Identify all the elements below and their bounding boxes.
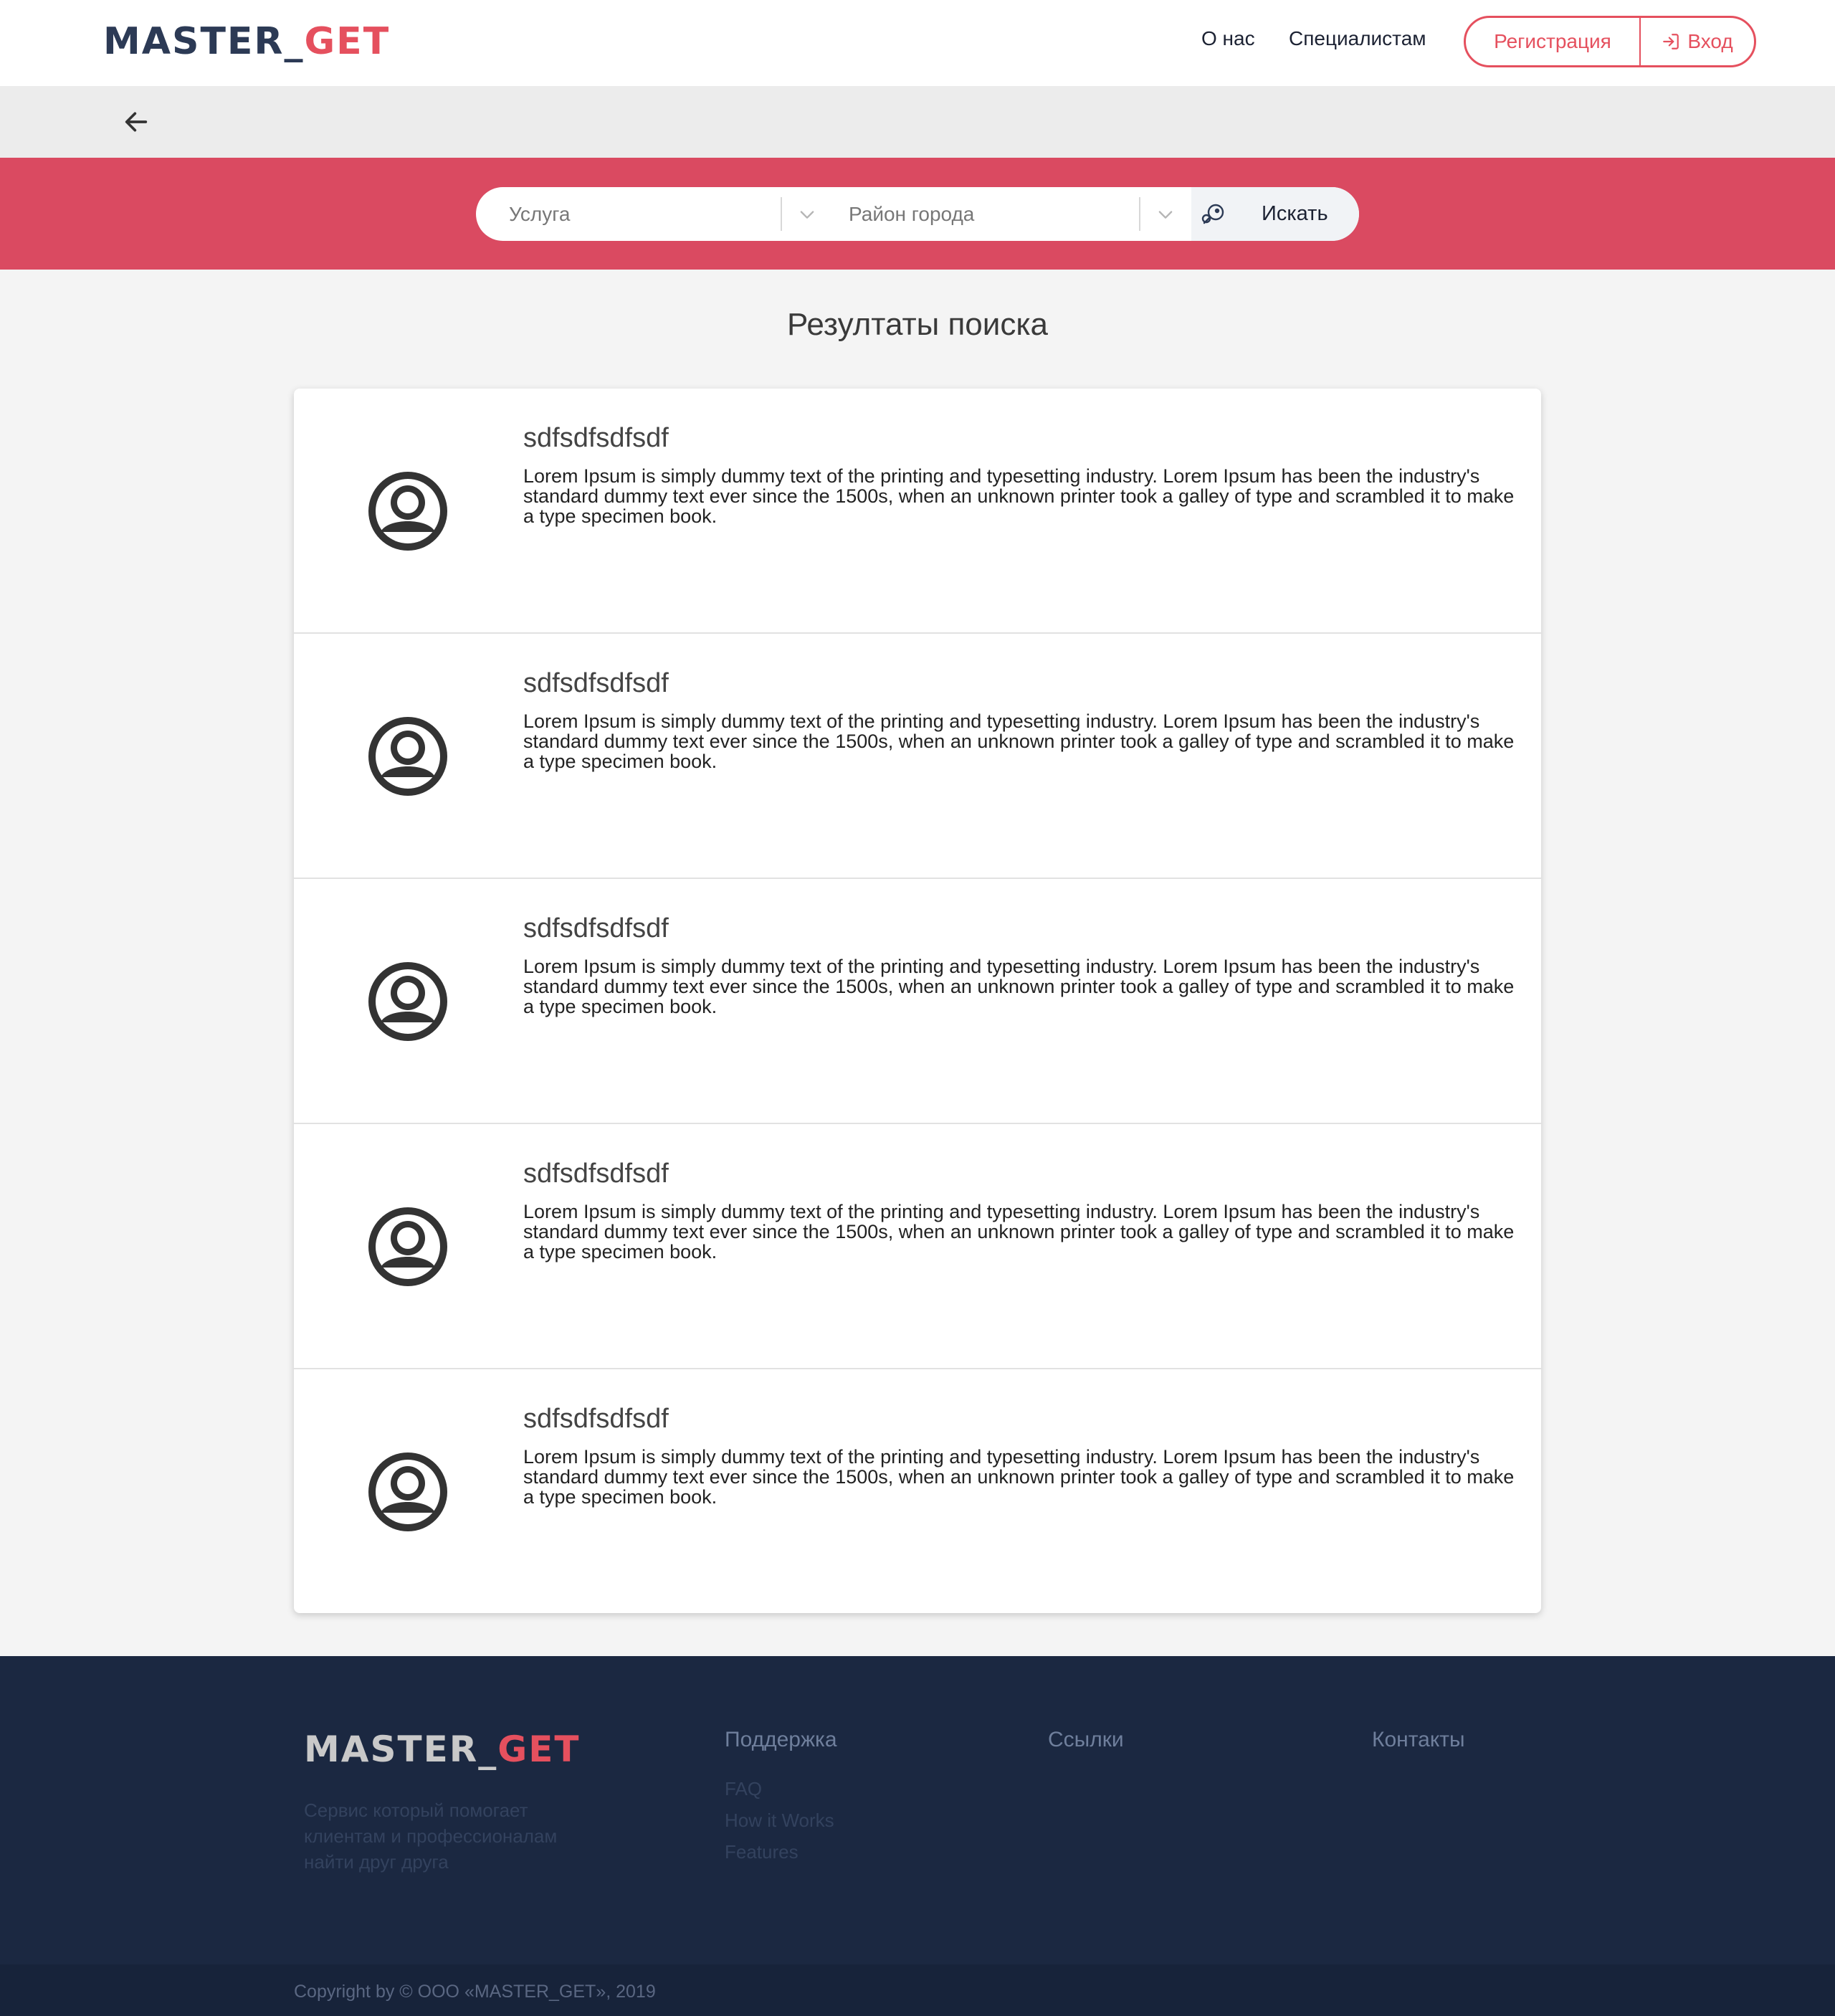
- result-item[interactable]: sdfsdfsdfsdf Lorem Ipsum is simply dummy…: [294, 632, 1541, 878]
- result-name[interactable]: sdfsdfsdfsdf: [523, 1159, 669, 1189]
- footer-logo-text-get: GET: [497, 1729, 581, 1770]
- service-select[interactable]: Услуга: [509, 187, 570, 241]
- nav-link-specialists[interactable]: Специалистам: [1289, 27, 1426, 50]
- result-description: Lorem Ipsum is simply dummy text of the …: [523, 710, 1515, 772]
- site-footer: [0, 1656, 1835, 1964]
- results-title: Резултаты поиска: [786, 307, 1049, 342]
- footer-link-features[interactable]: Features: [725, 1841, 799, 1863]
- result-description: Lorem Ipsum is simply dummy text of the …: [523, 1446, 1515, 1508]
- user-avatar-icon: [368, 1207, 447, 1286]
- result-item[interactable]: sdfsdfsdfsdf Lorem Ipsum is simply dummy…: [294, 389, 1541, 634]
- search-button-label[interactable]: Искать: [1262, 187, 1328, 241]
- copyright-bar: [0, 1964, 1835, 2016]
- search-icon: [1201, 204, 1224, 224]
- footer-logo-text-master: MASTER_: [304, 1729, 498, 1770]
- register-button-label: Регистрация: [1494, 30, 1611, 52]
- result-name[interactable]: sdfsdfsdfsdf: [523, 1404, 669, 1435]
- nav-link-about[interactable]: О нас: [1201, 27, 1255, 50]
- user-avatar-icon: [368, 717, 447, 796]
- login-icon: [1663, 34, 1679, 49]
- user-avatar-icon: [368, 472, 447, 551]
- footer-tagline: Сервис который помогает клиентам и профе…: [304, 1799, 558, 1873]
- login-button-label: Вход: [1687, 30, 1733, 52]
- footer-heading-contacts: Контакты: [1372, 1728, 1465, 1751]
- result-item[interactable]: sdfsdfsdfsdf Lorem Ipsum is simply dummy…: [294, 1123, 1541, 1368]
- login-button[interactable]: Вход: [1641, 18, 1754, 65]
- district-select-placeholder: Район города: [849, 202, 975, 225]
- logo-text-master: MASTER_: [103, 20, 305, 63]
- back-arrow-icon[interactable]: [122, 108, 151, 136]
- result-name[interactable]: sdfsdfsdfsdf: [523, 423, 669, 454]
- search-separator: [1139, 197, 1140, 231]
- result-description: Lorem Ipsum is simply dummy text of the …: [523, 465, 1515, 527]
- footer-link-how-it-works[interactable]: How it Works: [725, 1810, 834, 1832]
- footer-heading-support: Поддержка: [725, 1728, 837, 1751]
- result-item[interactable]: sdfsdfsdfsdf Lorem Ipsum is simply dummy…: [294, 1368, 1541, 1613]
- site-logo[interactable]: MASTER_ GET: [103, 20, 391, 63]
- result-description: Lorem Ipsum is simply dummy text of the …: [523, 956, 1515, 1017]
- chevron-down-icon[interactable]: [1155, 204, 1176, 224]
- copyright-text: Copyright by © ООО «MASTER_GET», 2019: [294, 1982, 656, 2002]
- logo-text-get: GET: [304, 20, 391, 63]
- chevron-down-icon[interactable]: [797, 204, 817, 224]
- result-name[interactable]: sdfsdfsdfsdf: [523, 913, 669, 944]
- district-select[interactable]: Район города: [849, 187, 974, 241]
- result-name[interactable]: sdfsdfsdfsdf: [523, 668, 669, 699]
- auth-button-group: Регистрация Вход: [1464, 16, 1756, 67]
- register-button[interactable]: Регистрация: [1466, 18, 1641, 65]
- footer-heading-links: Ссылки: [1048, 1728, 1124, 1751]
- user-avatar-icon: [368, 1452, 447, 1531]
- user-avatar-icon: [368, 962, 447, 1041]
- back-bar: [0, 86, 1835, 158]
- search-separator: [781, 197, 782, 231]
- footer-logo[interactable]: MASTER_ GET: [304, 1728, 581, 1771]
- result-description: Lorem Ipsum is simply dummy text of the …: [523, 1201, 1515, 1263]
- results-list: sdfsdfsdfsdf Lorem Ipsum is simply dummy…: [294, 389, 1541, 1613]
- footer-link-faq[interactable]: FAQ: [725, 1778, 762, 1800]
- service-select-placeholder: Услуга: [509, 202, 571, 225]
- result-item[interactable]: sdfsdfsdfsdf Lorem Ipsum is simply dummy…: [294, 878, 1541, 1123]
